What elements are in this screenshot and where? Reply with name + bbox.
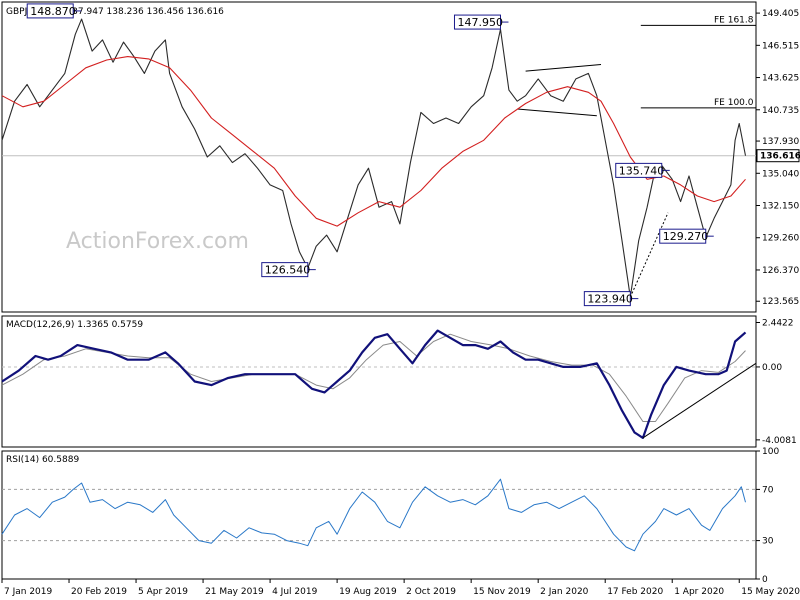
rsi-panel: RSI(14) 60.5889 100 70 30 0 [1, 447, 779, 585]
price-panel: GBPJPY,Daily 137.947 138.236 136.456 136… [1, 1, 800, 313]
price-axis-tick-label: 143.625 [762, 74, 799, 84]
fe-level-label: FE 100.0 [714, 98, 754, 108]
price-axis-tick-label: 149.405 [762, 9, 799, 19]
price-axis-tick-label: 135.040 [762, 169, 799, 179]
x-tick-label: 20 Feb 2019 [71, 587, 127, 597]
x-tick-label: 15 May 2020 [741, 587, 800, 597]
price-axis-tick-label: 140.735 [762, 106, 799, 116]
rsi-axis-tick-label: 0 [762, 575, 768, 585]
rsi-axis-tick-label: 30 [762, 537, 774, 547]
price-axis-tick-label: 126.370 [762, 266, 799, 276]
x-axis: 7 Jan 2019 20 Feb 2019 5 Apr 2019 21 May 20… [1, 579, 800, 597]
x-tick-label: 2 Oct 2019 [406, 587, 456, 597]
price-axis-tick-label: 137.930 [762, 137, 799, 147]
price-axis-tick-label: 146.515 [762, 41, 799, 51]
rsi-title: RSI(14) 60.5889 [6, 455, 79, 465]
price-annotation-label: 129.270 [663, 230, 709, 243]
rsi-frame [1, 450, 757, 580]
x-tick-label: 5 Apr 2019 [138, 587, 188, 597]
macd-panel: MACD(12,26,9) 1.3365 0.5759 2.4422 0.00 -4.… [1, 315, 797, 448]
x-tick-label: 7 Jan 2019 [4, 587, 52, 597]
price-annotation-label: 147.950 [457, 16, 503, 29]
price-annotation-label: 126.540 [265, 264, 311, 277]
rsi-axis-tick-label: 100 [762, 447, 779, 457]
macd-axis-tick-label: -4.0081 [762, 436, 797, 446]
price-annotation-label: 123.940 [587, 293, 633, 306]
x-tick-label: 19 Aug 2019 [339, 587, 397, 597]
price-axis-tick-label: 132.150 [762, 202, 799, 212]
macd-title: MACD(12,26,9) 1.3365 0.5759 [6, 320, 143, 330]
price-frame [1, 1, 757, 313]
x-tick-label: 15 Nov 2019 [473, 587, 531, 597]
fe-level-label: FE 161.8 [714, 15, 754, 25]
macd-axis-tick-label: 2.4422 [762, 319, 794, 329]
price-axis-tick-label: 129.260 [762, 234, 799, 244]
x-tick-label: 21 May 2019 [205, 587, 264, 597]
rsi-axis-tick-label: 70 [762, 485, 774, 495]
watermark: ActionForex.com [66, 229, 249, 254]
x-tick-label: 17 Feb 2020 [607, 587, 663, 597]
x-tick-label: 1 Apr 2020 [674, 587, 724, 597]
current-price-label: 136.616 [760, 152, 800, 162]
x-tick-label: 2 Jan 2020 [540, 587, 588, 597]
price-annotation-label: 148.870 [30, 5, 76, 18]
macd-axis-tick-label: 0.00 [762, 363, 782, 373]
price-annotation-label: 135.740 [619, 164, 665, 177]
price-axis-tick-label: 123.565 [762, 297, 799, 307]
x-tick-label: 4 Jul 2019 [272, 587, 317, 597]
gbpjpy-chart: GBPJPY,Daily 137.947 138.236 136.456 136… [1, 1, 800, 597]
